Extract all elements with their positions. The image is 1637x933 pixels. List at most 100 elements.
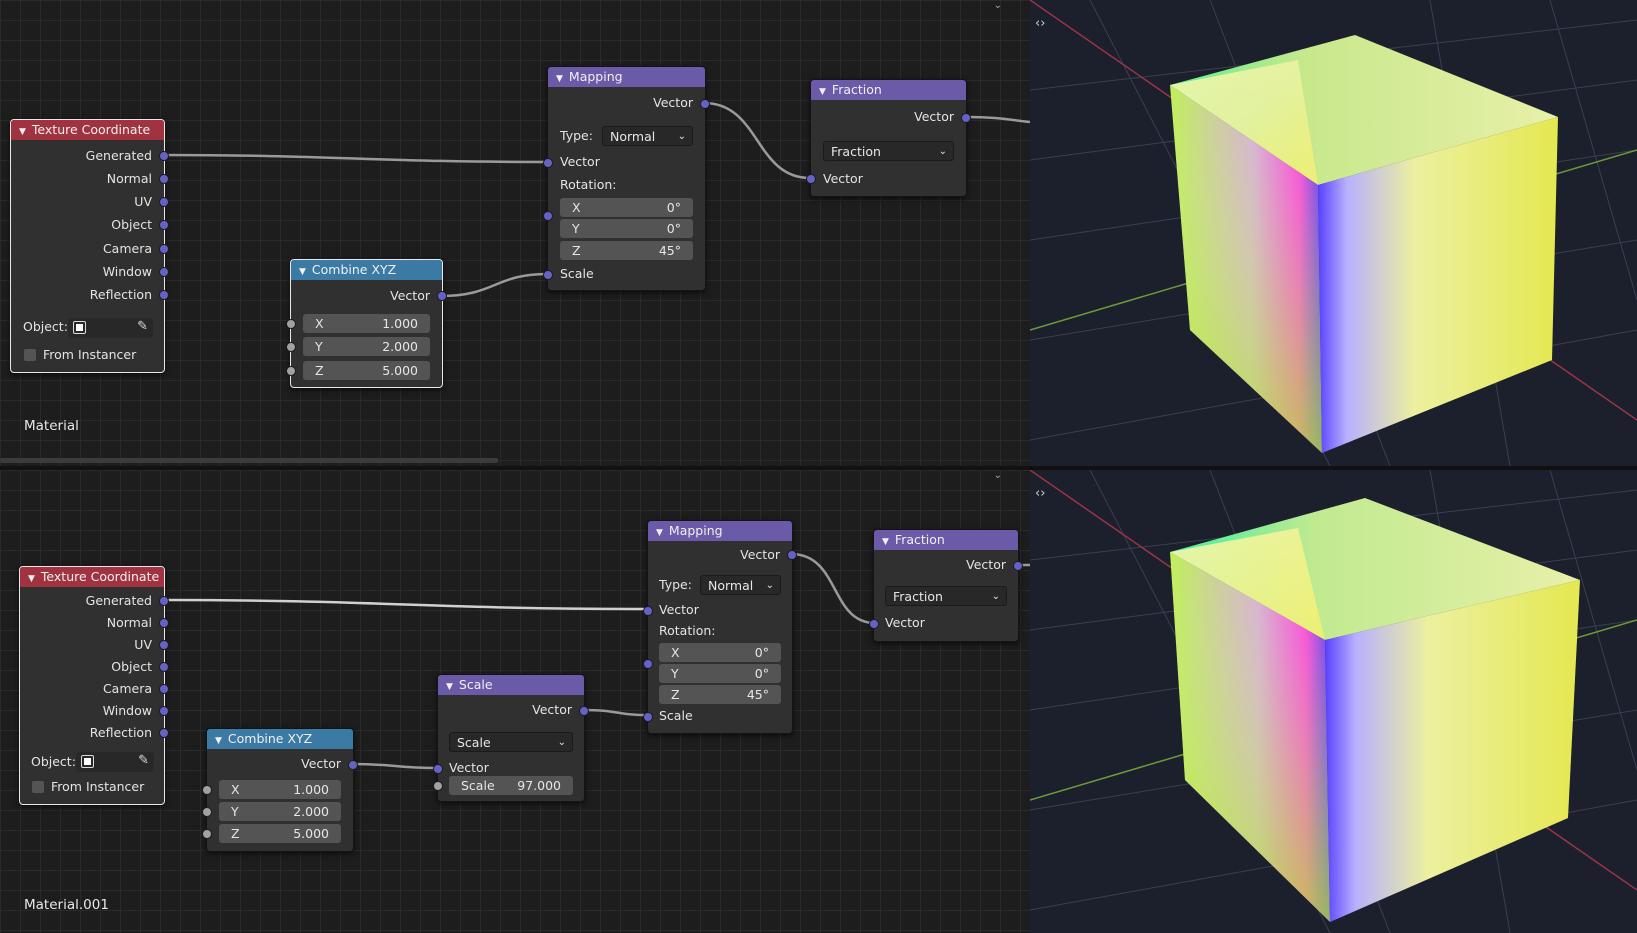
node-header[interactable]: ▼ Mapping	[548, 67, 705, 87]
node-title: Combine XYZ	[311, 262, 397, 277]
node-header[interactable]: ▼ Combine XYZ	[207, 729, 353, 749]
operation-dropdown[interactable]: Fraction ⌄	[885, 586, 1007, 606]
node-header[interactable]: ▼ Combine XYZ	[291, 260, 442, 280]
eyedropper-icon[interactable]: ✎	[137, 319, 148, 334]
socket-vector-out[interactable]	[700, 99, 710, 109]
rotation-z-field[interactable]: Z 45°	[659, 685, 781, 704]
socket-vector-out[interactable]	[961, 113, 971, 123]
y-field[interactable]: Y 2.000	[219, 802, 341, 821]
collapse-triangle-icon[interactable]: ▼	[819, 87, 826, 97]
socket-uv[interactable]	[159, 197, 169, 207]
collapse-triangle-icon[interactable]: ▼	[446, 682, 453, 692]
socket-vector-out[interactable]	[787, 550, 797, 560]
collapse-triangle-icon[interactable]: ▼	[215, 736, 222, 746]
socket-normal[interactable]	[159, 174, 169, 184]
from-instancer-checkbox[interactable]	[32, 781, 44, 793]
navigate-arrows-icon[interactable]: ‹›	[1035, 16, 1045, 31]
z-field[interactable]: Z 5.000	[219, 824, 341, 843]
operation-dropdown[interactable]: Scale ⌄	[449, 732, 573, 752]
horizontal-scrollbar[interactable]	[0, 458, 498, 463]
node-header[interactable]: ▼ Fraction	[811, 80, 966, 100]
socket-camera[interactable]	[159, 244, 169, 254]
node-header[interactable]: ▼ Scale	[438, 675, 584, 695]
socket-vector-in[interactable]	[869, 619, 879, 629]
socket-vector-in[interactable]	[433, 764, 443, 774]
combine-xyz-node[interactable]: ▼ Combine XYZ Vector X 1.000 Y 2.000 Z 5.000	[202, 728, 358, 852]
collapse-triangle-icon[interactable]: ▼	[299, 267, 306, 277]
fraction-node[interactable]: ▼ Fraction Vector Fraction ⌄ Vector	[869, 529, 1023, 642]
mapping-node[interactable]: ▼ Mapping Vector Type: Normal ⌄ Vector Rot…	[643, 520, 797, 734]
socket-scale-in[interactable]	[543, 270, 553, 280]
texture-coordinate-node[interactable]: ▼ Texture Coordinate Generated Normal UV …	[19, 566, 169, 805]
collapse-triangle-icon[interactable]: ▼	[882, 537, 889, 547]
scale-node[interactable]: ▼ Scale Vector Scale ⌄ Vector Scale 97.000	[433, 674, 589, 802]
type-dropdown[interactable]: Normal ⌄	[700, 575, 781, 595]
socket-window[interactable]	[159, 267, 169, 277]
collapse-triangle-icon[interactable]: ▼	[28, 574, 35, 584]
chevron-down-icon[interactable]: ⌄	[994, 470, 1002, 481]
socket-normal[interactable]	[159, 618, 169, 628]
rotation-y-field[interactable]: Y 0°	[560, 219, 693, 238]
rz-value: 45°	[658, 243, 681, 258]
node-header[interactable]: ▼ Texture Coordinate	[20, 567, 164, 587]
socket-window[interactable]	[159, 706, 169, 716]
collapse-triangle-icon[interactable]: ▼	[656, 528, 663, 538]
viewport-top[interactable]: ‹›	[1030, 0, 1637, 466]
y-field[interactable]: Y 2.000	[303, 337, 430, 356]
node-header[interactable]: ▼ Fraction	[874, 530, 1018, 550]
x-field[interactable]: X 1.000	[303, 314, 430, 333]
socket-uv[interactable]	[159, 640, 169, 650]
combine-xyz-node[interactable]: ▼ Combine XYZ Vector X 1.000 Y 2.000 Z 5.000	[286, 259, 447, 388]
node-title: Texture Coordinate	[40, 569, 160, 584]
z-field[interactable]: Z 5.000	[303, 361, 430, 380]
mapping-node[interactable]: ▼ Mapping Vector Type: Normal ⌄ Vector Rot…	[543, 66, 710, 291]
object-field[interactable]: ✎	[68, 318, 153, 338]
viewport-bottom[interactable]: ‹›	[1030, 470, 1637, 933]
socket-object[interactable]	[159, 662, 169, 672]
scale-value-field[interactable]: Scale 97.000	[449, 776, 573, 795]
type-dropdown[interactable]: Normal ⌄	[602, 126, 693, 146]
rotation-x-field[interactable]: X 0°	[560, 198, 693, 217]
eyedropper-icon[interactable]: ✎	[138, 753, 149, 768]
socket-z-in[interactable]	[286, 366, 296, 376]
fraction-node[interactable]: ▼ Fraction Vector Fraction ⌄ Vector	[806, 79, 971, 197]
socket-reflection[interactable]	[159, 728, 169, 738]
navigate-arrows-icon[interactable]: ‹›	[1035, 486, 1045, 501]
collapse-triangle-icon[interactable]: ▼	[19, 127, 26, 137]
object-field[interactable]: ✎	[76, 752, 154, 772]
socket-generated[interactable]	[159, 151, 169, 161]
socket-x-in[interactable]	[286, 319, 296, 329]
rotation-z-field[interactable]: Z 45°	[560, 241, 693, 260]
node-editor-bottom[interactable]: ▼ Texture Coordinate Generated Normal UV …	[0, 470, 1030, 933]
chevron-down-icon[interactable]: ⌄	[994, 0, 1002, 11]
socket-vector-in[interactable]	[806, 174, 816, 184]
x-field[interactable]: X 1.000	[219, 780, 341, 799]
socket-vector-in[interactable]	[643, 606, 653, 616]
operation-dropdown[interactable]: Fraction ⌄	[823, 141, 954, 161]
collapse-triangle-icon[interactable]: ▼	[556, 74, 563, 84]
socket-z-in[interactable]	[202, 829, 212, 839]
rotation-x-field[interactable]: X 0°	[659, 643, 781, 662]
socket-y-in[interactable]	[202, 807, 212, 817]
from-instancer-checkbox[interactable]	[24, 349, 36, 361]
socket-vector-out[interactable]	[348, 760, 358, 770]
rotation-y-field[interactable]: Y 0°	[659, 664, 781, 683]
socket-scale-in[interactable]	[643, 712, 653, 722]
socket-scale-in[interactable]	[433, 781, 443, 791]
node-editor-top[interactable]: ▼ Texture Coordinate Generated Normal UV …	[0, 0, 1030, 466]
socket-rotation-in[interactable]	[543, 211, 553, 221]
socket-object[interactable]	[159, 220, 169, 230]
socket-vector-out[interactable]	[1013, 561, 1023, 571]
socket-reflection[interactable]	[159, 290, 169, 300]
socket-vector-out[interactable]	[579, 706, 589, 716]
node-header[interactable]: ▼ Mapping	[648, 521, 792, 541]
socket-rotation-in[interactable]	[643, 659, 653, 669]
texture-coordinate-node[interactable]: ▼ Texture Coordinate Generated Normal UV …	[10, 119, 169, 373]
socket-generated[interactable]	[159, 596, 169, 606]
node-header[interactable]: ▼ Texture Coordinate	[11, 120, 164, 140]
socket-vector-in[interactable]	[543, 158, 553, 168]
socket-vector-out[interactable]	[437, 291, 447, 301]
socket-x-in[interactable]	[202, 785, 212, 795]
socket-y-in[interactable]	[286, 342, 296, 352]
socket-camera[interactable]	[159, 684, 169, 694]
